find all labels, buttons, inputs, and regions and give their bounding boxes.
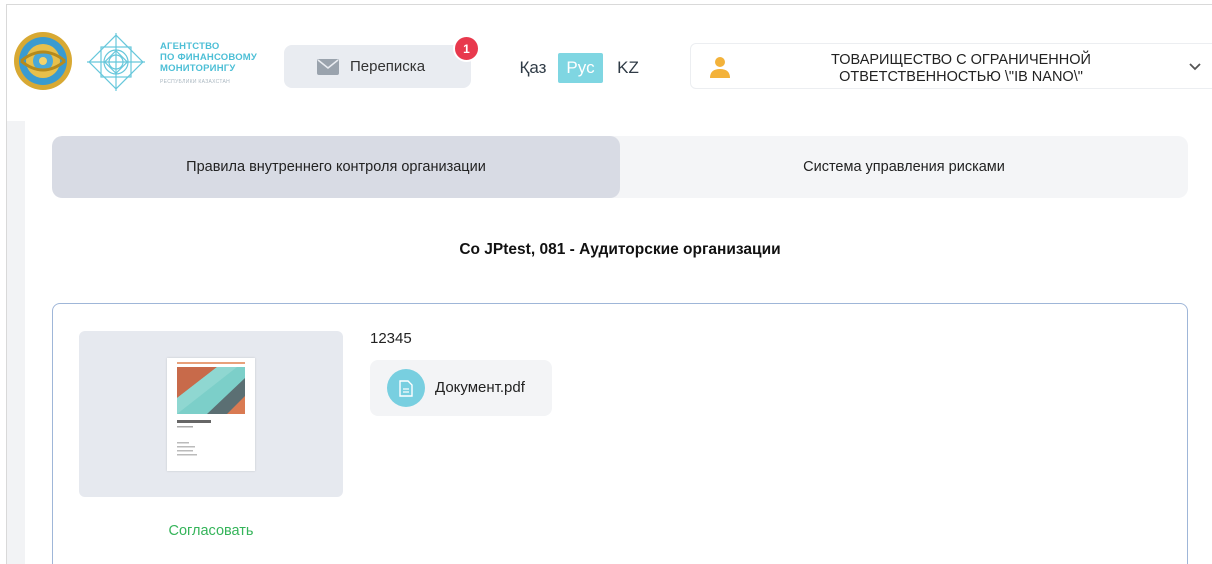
document-thumbnail[interactable] <box>79 331 343 497</box>
envelope-icon <box>317 58 339 75</box>
company-title: Co JPtest, 081 - Аудиторские организации <box>459 241 781 258</box>
organization-select[interactable]: ТОВАРИЩЕСТВО С ОГРАНИЧЕННОЙ ОТВЕТСТВЕННО… <box>690 43 1212 89</box>
tab-internal-control-rules[interactable]: Правила внутреннего контроля организации <box>52 136 620 198</box>
language-kaz[interactable]: Қаз <box>515 53 551 83</box>
agency-logo-icon <box>87 33 145 91</box>
state-emblem-icon <box>14 32 72 90</box>
app-window: АГЕНТСТВО ПО ФИНАНСОВОМУ МОНИТОРИНГУ РЕС… <box>6 4 1212 564</box>
agency-name: АГЕНТСТВО ПО ФИНАНСОВОМУ МОНИТОРИНГУ <box>160 41 258 74</box>
language-kz[interactable]: KZ <box>613 53 643 83</box>
file-name: Документ.pdf <box>435 379 525 396</box>
organization-name: ТОВАРИЩЕСТВО С ОГРАНИЧЕННОЙ ОТВЕТСТВЕННО… <box>831 52 1091 85</box>
file-icon <box>387 369 425 407</box>
file-attachment[interactable]: Документ.pdf <box>370 360 552 416</box>
document-card: Согласовать 12345 Документ.pdf <box>52 303 1188 564</box>
messages-count-badge: 1 <box>453 35 480 62</box>
document-preview-icon <box>167 358 255 471</box>
sidebar-strip <box>7 121 25 564</box>
language-rus[interactable]: Рус <box>558 53 603 83</box>
tab-risk-management-system[interactable]: Система управления рисками <box>620 136 1188 198</box>
header: АГЕНТСТВО ПО ФИНАНСОВОМУ МОНИТОРИНГУ РЕС… <box>7 5 1212 121</box>
document-glyph-icon <box>399 379 413 397</box>
agency-subtitle: РЕСПУБЛИКИ КАЗАХСТАН <box>160 79 231 85</box>
chevron-down-icon <box>1189 63 1201 71</box>
messages-button[interactable]: Переписка <box>284 45 471 88</box>
tabs: Правила внутреннего контроля организации… <box>52 136 1188 198</box>
user-icon <box>710 57 730 78</box>
messages-label: Переписка <box>350 58 426 75</box>
document-number: 12345 <box>370 330 412 347</box>
approve-link[interactable]: Согласовать <box>79 523 343 539</box>
